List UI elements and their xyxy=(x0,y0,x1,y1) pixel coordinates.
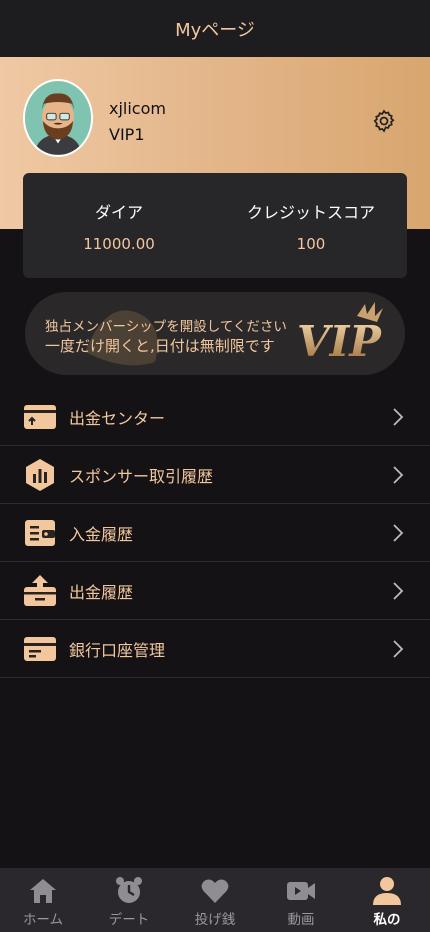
menu-item-label: 入金履歴 xyxy=(69,524,134,544)
withdraw-center-icon xyxy=(24,404,56,429)
tab-label: ホーム xyxy=(22,912,64,928)
tab-video[interactable]: 動画 xyxy=(258,868,344,932)
chevron-right-icon xyxy=(393,524,404,542)
tab-mine[interactable]: 私の xyxy=(344,868,430,932)
heart-icon xyxy=(201,879,229,903)
withdraw-box-icon xyxy=(24,574,56,606)
vip-logo-icon: VIP xyxy=(297,302,383,364)
stat-value: 11000.00 xyxy=(83,234,155,253)
banner-line-2: 一度だけ開くと,日付は無制限です xyxy=(45,337,275,355)
chevron-right-icon xyxy=(393,582,404,600)
menu-item-sponsor-history[interactable]: スポンサー取引履歴 xyxy=(0,446,430,504)
vip-membership-banner[interactable]: 独占メンバーシップを開設してください 一度だけ開くと,日付は無制限です VIP xyxy=(25,292,405,375)
banner-line-1: 独占メンバーシップを開設してください xyxy=(45,319,287,335)
settings-button[interactable] xyxy=(370,107,398,135)
chart-hexagon-icon xyxy=(26,458,54,491)
menu-item-bank-account[interactable]: 銀行口座管理 xyxy=(0,620,430,678)
menu-list: 出金センター スポンサー取引履歴 入金履歴 出金履歴 銀行口座管理 xyxy=(0,388,430,678)
menu-item-label: 出金履歴 xyxy=(69,582,134,602)
chevron-right-icon xyxy=(393,408,404,426)
stat-value: 100 xyxy=(296,234,326,253)
stat-credit-score[interactable]: クレジットスコア 100 xyxy=(215,173,407,278)
home-icon xyxy=(30,879,56,903)
vip-logo-text: VIP xyxy=(297,317,382,364)
bank-card-icon xyxy=(24,636,56,661)
page-title: Myページ xyxy=(175,19,255,41)
menu-item-withdraw-center[interactable]: 出金センター xyxy=(0,388,430,446)
tab-home[interactable]: ホーム xyxy=(0,868,86,932)
chevron-right-icon xyxy=(393,640,404,658)
stat-diamond[interactable]: ダイア 11000.00 xyxy=(23,173,215,278)
alarm-clock-icon xyxy=(116,877,142,903)
tab-date[interactable]: デート xyxy=(86,868,172,932)
menu-item-label: 銀行口座管理 xyxy=(69,640,166,660)
stat-label: クレジットスコア xyxy=(246,202,375,222)
tab-label: 私の xyxy=(373,912,401,928)
tab-label: 投げ銭 xyxy=(194,912,236,928)
menu-item-label: 出金センター xyxy=(69,408,166,428)
username: xjlicom xyxy=(109,99,166,118)
menu-item-label: スポンサー取引履歴 xyxy=(69,466,214,486)
top-bar: Myページ xyxy=(0,0,430,57)
wallet-icon xyxy=(25,519,55,546)
tab-label: デート xyxy=(108,912,150,928)
gear-icon xyxy=(373,109,395,133)
bottom-tab-bar: ホーム デート 投げ銭 動画 私の xyxy=(0,868,430,932)
person-icon xyxy=(373,877,401,905)
video-camera-icon xyxy=(287,882,315,900)
avatar[interactable] xyxy=(23,79,93,157)
chevron-right-icon xyxy=(393,466,404,484)
stat-label: ダイア xyxy=(94,202,143,222)
balance-card: ダイア 11000.00 クレジットスコア 100 xyxy=(23,173,407,278)
tab-tip[interactable]: 投げ銭 xyxy=(172,868,258,932)
tab-label: 動画 xyxy=(287,912,315,928)
menu-item-deposit-history[interactable]: 入金履歴 xyxy=(0,504,430,562)
menu-item-withdraw-history[interactable]: 出金履歴 xyxy=(0,562,430,620)
vip-level: VIP1 xyxy=(109,125,145,144)
